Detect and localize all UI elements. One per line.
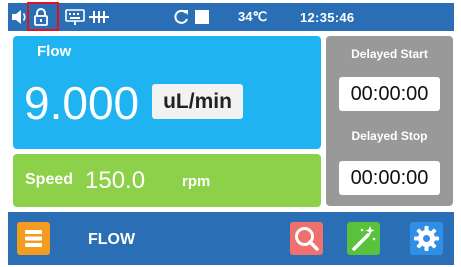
menu-button[interactable] <box>17 222 50 255</box>
lock-highlight <box>27 2 59 31</box>
delay-panel: Delayed Start 00:00:00 Delayed Stop 00:0… <box>326 36 453 206</box>
stop-icon[interactable] <box>194 3 210 31</box>
wand-button[interactable] <box>347 222 380 255</box>
magic-wand-icon <box>352 226 376 251</box>
settings-button[interactable] <box>410 222 443 255</box>
clock-readout: 12:35:46 <box>300 9 355 25</box>
flow-panel[interactable]: Flow 9.000 uL/min <box>13 36 321 149</box>
search-icon <box>295 227 319 251</box>
pump-icon[interactable] <box>88 3 110 31</box>
refresh-icon[interactable] <box>172 3 190 31</box>
bottom-bar: FLOW <box>8 212 454 265</box>
flow-value[interactable]: 9.000 <box>24 78 139 128</box>
mode-label: FLOW <box>88 231 136 248</box>
gear-icon <box>414 226 439 251</box>
search-button[interactable] <box>290 222 323 255</box>
flow-title: Flow <box>37 43 72 60</box>
speed-value[interactable]: 150.0 <box>85 167 145 195</box>
menu-icon <box>25 230 42 247</box>
flow-unit-button[interactable]: uL/min <box>152 84 243 119</box>
delayed-stop-label: Delayed Stop <box>351 129 428 143</box>
delayed-start-label: Delayed Start <box>351 47 428 61</box>
speed-label: Speed <box>25 171 74 188</box>
temperature-readout: 34℃ <box>238 9 268 24</box>
keyboard-icon[interactable] <box>65 3 85 31</box>
delayed-stop-time[interactable]: 00:00:00 <box>339 161 440 195</box>
pump-screen: 34℃ 12:35:46 Flow 9.000 uL/min Speed 150… <box>0 0 461 267</box>
delayed-start-time[interactable]: 00:00:00 <box>339 77 440 111</box>
speed-panel[interactable]: Speed 150.0 rpm <box>13 154 321 207</box>
speed-unit: rpm <box>182 173 211 190</box>
status-bar: 34℃ 12:35:46 <box>8 3 454 31</box>
